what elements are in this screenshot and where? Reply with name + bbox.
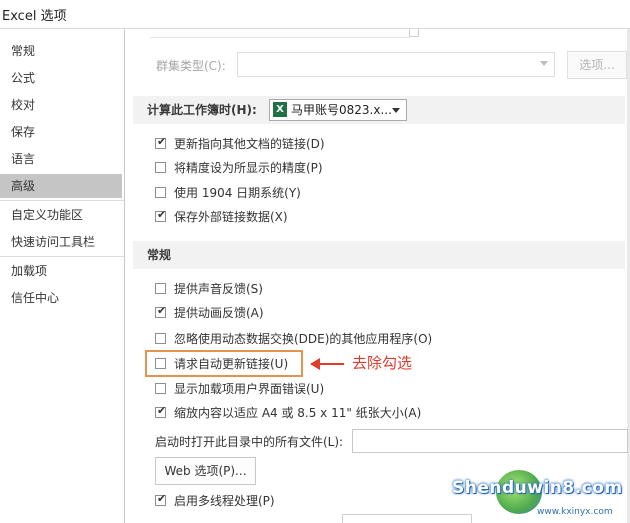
calc-section-label: 计算此工作簿时(H): <box>147 103 257 117</box>
checkbox[interactable]: ✔ <box>155 135 167 149</box>
option-label: 忽略使用动态数据交换(DDE)的其他应用程序(O) <box>174 332 433 346</box>
checkbox[interactable]: ✔ <box>155 492 167 506</box>
workbook-name: 马甲账号0823.x... <box>291 103 392 117</box>
cluster-options-button[interactable]: 选项... <box>567 51 627 79</box>
checkbox[interactable]: ✔ <box>155 208 167 222</box>
arrow-shaft <box>318 363 344 365</box>
excel-icon: X <box>273 102 287 117</box>
checkbox[interactable] <box>155 383 166 394</box>
startup-folder-input[interactable] <box>352 429 628 453</box>
startup-folder-label: 启动时打开此目录中的所有文件(L): <box>155 435 344 449</box>
window-title: Excel 选项 <box>2 9 67 24</box>
checkbox[interactable]: ✔ <box>155 304 167 318</box>
check-icon: ✔ <box>157 404 167 417</box>
cluster-type-select[interactable] <box>237 52 555 77</box>
sidebar-item-quick-access[interactable]: 快速访问工具栏 <box>0 230 122 254</box>
sidebar-item-proofing[interactable]: 校对 <box>0 93 122 117</box>
checkbox[interactable] <box>155 283 166 294</box>
sidebar-divider <box>0 256 124 257</box>
general-section-header: 常规 <box>133 241 625 269</box>
option-label: 启用多线程处理(P) <box>174 494 275 508</box>
web-options-button[interactable]: Web 选项(P)... <box>155 457 256 485</box>
sidebar: 常规 公式 校对 保存 语言 高级 自定义功能区 快速访问工具栏 加载项 信任中… <box>0 29 124 523</box>
option-label: 保存外部链接数据(X) <box>174 210 288 224</box>
clipped-input <box>342 514 472 523</box>
general-section-label: 常规 <box>147 248 172 262</box>
sidebar-item-language[interactable]: 语言 <box>0 147 122 171</box>
option-label: 更新指向其他文档的链接(D) <box>174 137 325 151</box>
checkbox[interactable]: ✔ <box>155 404 167 418</box>
annotation-text: 去除勾选 <box>352 354 413 372</box>
checkbox[interactable] <box>155 333 166 344</box>
option-label: 提供动画反馈(A) <box>174 306 264 320</box>
highlight-box <box>145 350 303 377</box>
checkbox[interactable] <box>155 162 166 173</box>
option-label: 提供声音反馈(S) <box>174 282 263 296</box>
chevron-down-icon <box>392 108 400 113</box>
workbook-select[interactable]: X 马甲账号0823.x... <box>269 99 407 121</box>
checkbox[interactable] <box>155 187 166 198</box>
check-icon: ✔ <box>157 304 167 317</box>
sidebar-item-addins[interactable]: 加载项 <box>0 259 122 283</box>
watermark-text: Shenduwin8.com <box>452 478 623 498</box>
check-icon: ✔ <box>157 208 167 221</box>
clipped-checkbox <box>409 29 419 37</box>
watermark-url: www.kxinyx.com <box>537 507 613 517</box>
check-icon: ✔ <box>157 135 167 148</box>
chevron-down-icon <box>540 61 548 66</box>
sidebar-item-customize-ribbon[interactable]: 自定义功能区 <box>0 203 122 227</box>
option-label: 显示加载项用户界面错误(U) <box>174 382 325 396</box>
sidebar-item-general[interactable]: 常规 <box>0 39 122 63</box>
title-bar: Excel 选项 <box>0 0 630 29</box>
sidebar-divider <box>0 200 124 201</box>
sidebar-item-trust-center[interactable]: 信任中心 <box>0 286 122 310</box>
clipped-row <box>150 29 410 38</box>
cluster-type-label: 群集类型(C): <box>156 59 226 73</box>
sidebar-item-formulas[interactable]: 公式 <box>0 66 122 90</box>
calc-section-header: 计算此工作簿时(H): X 马甲账号0823.x... <box>133 96 625 124</box>
option-label: 缩放内容以适应 A4 或 8.5 x 11" 纸张大小(A) <box>174 406 422 420</box>
check-icon: ✔ <box>157 492 167 505</box>
sidebar-item-save[interactable]: 保存 <box>0 120 122 144</box>
option-label: 将精度设为所显示的精度(P) <box>174 161 323 175</box>
option-label: 使用 1904 日期系统(Y) <box>174 186 301 200</box>
sidebar-item-advanced[interactable]: 高级 <box>0 174 122 198</box>
